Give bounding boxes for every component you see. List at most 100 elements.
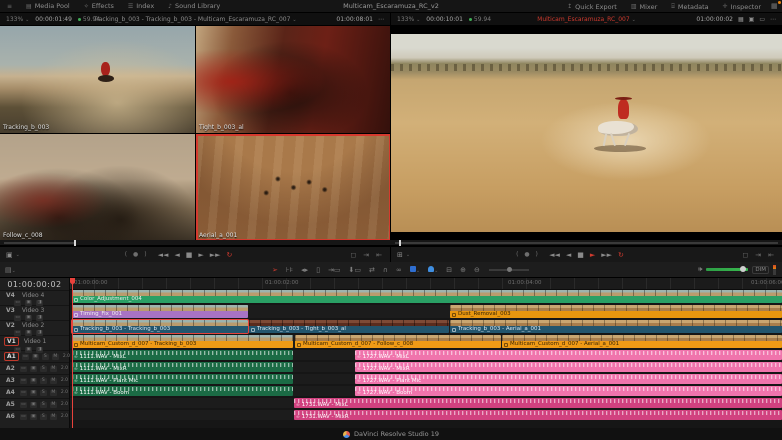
effects-button[interactable]: ✧Effects <box>77 0 121 12</box>
destination-v1-badge[interactable]: V1 <box>4 337 19 346</box>
dynamic-trim-mode-icon[interactable]: ◂▸ <box>301 266 308 274</box>
audio-clip[interactable]: ∞1727.WAV - MixR <box>355 362 782 372</box>
audio-clip[interactable]: ∞1731.WAV - MixL <box>294 398 782 408</box>
track-header-v4[interactable]: V4Video 4 ▭▣◨ <box>0 290 69 305</box>
insert-clip-icon[interactable]: ⇥▭ <box>328 266 340 274</box>
enable-track-icon[interactable]: ◨ <box>36 300 43 306</box>
timeline-view-options-icon[interactable]: ▤⌄ <box>5 266 16 274</box>
dim-button[interactable]: DIM <box>752 266 769 274</box>
audio-clip[interactable]: ∞1727.WAV - MixL <box>355 350 782 360</box>
inspector-button[interactable]: ✛Inspector <box>716 0 768 13</box>
mute-button[interactable]: M <box>50 414 57 420</box>
match-frame-icon[interactable]: ◻ <box>350 251 356 259</box>
track-header-a5[interactable]: A5 ▭▣ S M 2.0 <box>0 398 69 410</box>
enable-track-icon[interactable]: ◨ <box>36 347 43 353</box>
lock-icon[interactable]: ▭ <box>20 414 27 420</box>
go-to-first-frame-button[interactable]: ◄◄ <box>158 251 169 259</box>
lock-icon[interactable]: ▭ <box>20 402 27 408</box>
replace-clip-icon[interactable]: ⇄ <box>369 266 375 274</box>
audio-clip[interactable]: ∞1111.WAV - MixR <box>72 362 293 372</box>
auto-select-icon[interactable]: ▣ <box>30 414 37 420</box>
zoom-detail-icon[interactable]: ⊕ <box>460 266 466 274</box>
custom-zoom-icon[interactable]: ⊖ <box>474 266 480 274</box>
clip-tracking-selected[interactable]: Tracking_b_003 - Tracking_b_003 <box>72 320 248 333</box>
track-header-a1[interactable]: A1 ▭▣ S M 2.0 <box>0 350 69 362</box>
multicam-view-icon[interactable]: ▣ <box>6 251 13 259</box>
lock-icon[interactable]: ▭ <box>20 390 27 396</box>
auto-select-icon[interactable]: ▣ <box>30 402 37 408</box>
mute-button[interactable]: M <box>50 390 57 396</box>
solo-button[interactable]: S <box>40 366 47 372</box>
destination-a1-badge[interactable]: A1 <box>4 352 19 361</box>
track-header-v2[interactable]: V2Video 2 ▭▣◨ <box>0 320 69 335</box>
index-button[interactable]: ☰Index <box>121 0 161 12</box>
notifications-icon[interactable]: ▦ <box>771 2 780 11</box>
auto-select-icon[interactable]: ▣ <box>30 390 37 396</box>
trim-edit-mode-icon[interactable]: ⊦⊧ <box>286 266 293 274</box>
go-to-last-frame-button[interactable]: ►► <box>601 251 612 259</box>
audio-clip[interactable]: ∞1731.WAV - MixR <box>294 410 782 420</box>
audio-clip[interactable]: ∞1111.WAV - Plant Mic <box>72 374 293 384</box>
loop-button[interactable]: ↻ <box>618 251 624 259</box>
multicam-angle-tight[interactable]: Tight_b_003_al <box>196 26 391 133</box>
timeline-title[interactable]: Multicam_Escaramuza_RC_007 ⌄ <box>537 16 636 23</box>
match-frame-icon[interactable]: ◻ <box>742 251 748 259</box>
track-header-v1[interactable]: V1Video 1 ▭▣◨ <box>0 335 69 350</box>
go-to-last-frame-button[interactable]: ►► <box>210 251 221 259</box>
auto-select-icon[interactable]: ▣ <box>30 366 37 372</box>
media-pool-button[interactable]: ▤Media Pool <box>19 0 77 12</box>
clip-tight[interactable]: Tracking_b_003 - Tight_b_003_al <box>249 320 449 333</box>
mark-in-icon[interactable]: ⇥ <box>363 251 369 259</box>
timeline-lanes[interactable]: 01:00:00:00 01:00:02:00 01:00:04:00 01:0… <box>70 278 782 428</box>
source-clip-title[interactable]: Tracking_b_003 - Tracking_b_003 - Multic… <box>93 16 296 23</box>
go-to-first-frame-button[interactable]: ◄◄ <box>549 251 560 259</box>
auto-select-icon[interactable]: ▣ <box>25 315 32 321</box>
overwrite-clip-icon[interactable]: ⬇▭ <box>349 266 361 274</box>
blade-edit-mode-icon[interactable]: ▯ <box>316 266 320 274</box>
timeline-viewer[interactable] <box>391 26 782 240</box>
quick-export-button[interactable]: ↥Quick Export <box>560 0 624 13</box>
timeline-zoom-select[interactable]: 133% ⌄ <box>397 16 420 23</box>
timeline-timecode[interactable]: 01:00:00:02 <box>0 278 69 290</box>
solo-button[interactable]: S <box>40 390 47 396</box>
display-icon[interactable]: ▭ <box>759 16 765 23</box>
lock-icon[interactable]: ▭ <box>20 378 27 384</box>
clip-multicam-1[interactable]: Multicam_Custom_d_007 - Tracking_b_003 <box>72 335 293 348</box>
solo-button[interactable]: S <box>40 378 47 384</box>
zoom-slider[interactable] <box>489 269 529 271</box>
flag-icon[interactable]: ⌄ <box>410 266 420 274</box>
loop-button[interactable]: ↻ <box>227 251 233 259</box>
multicam-angle-tracking[interactable]: Tracking_b_003 <box>0 26 195 133</box>
track-header-a6[interactable]: A6 ▭▣ S M 2.0 <box>0 410 69 422</box>
multicam-angle-aerial-selected[interactable]: Aerial_a_001 <box>196 134 391 240</box>
lock-icon[interactable]: ▭ <box>20 366 27 372</box>
mute-button[interactable]: M <box>50 378 57 384</box>
timeline-playhead-marker[interactable] <box>399 240 401 246</box>
play-reverse-button[interactable]: ◄ <box>566 251 571 259</box>
lock-icon[interactable]: ▭ <box>14 315 21 321</box>
play-forward-button[interactable]: ► <box>198 251 203 259</box>
lock-icon[interactable]: ▭ <box>14 330 21 336</box>
window-menu-icon[interactable]: ≡ <box>0 0 19 12</box>
lock-icon[interactable]: ▭ <box>22 354 29 360</box>
play-reverse-button[interactable]: ◄ <box>174 251 179 259</box>
clip-multicam-3[interactable]: Multicam_Custom_d_007 - Aerial_a_001 <box>502 335 782 348</box>
volume-slider[interactable] <box>706 268 748 271</box>
stop-button[interactable]: ■ <box>186 251 193 259</box>
zoom-full-extent-icon[interactable]: ⊟ <box>446 266 452 274</box>
auto-select-icon[interactable]: ▣ <box>25 347 32 353</box>
source-scrubber[interactable] <box>0 240 391 246</box>
sound-library-button[interactable]: ♪Sound Library <box>161 0 227 12</box>
clip-dust-removal[interactable]: Dust_Removal_003 <box>450 305 782 318</box>
viewer-more-icon[interactable]: ⋯ <box>770 16 776 23</box>
source-more-icon[interactable]: ⋯ <box>378 16 384 23</box>
mark-out-icon[interactable]: ⇤ <box>768 251 774 259</box>
mixer-button[interactable]: ▥Mixer <box>624 0 664 13</box>
clip-aerial[interactable]: Tracking_b_003 - Aerial_a_001 <box>450 320 782 333</box>
stop-button[interactable]: ■ <box>577 251 584 259</box>
source-playhead-marker[interactable] <box>74 240 76 246</box>
auto-select-icon[interactable]: ▣ <box>30 378 37 384</box>
timeline-scrubber[interactable] <box>391 240 782 246</box>
track-header-a4[interactable]: A4 ▭▣ S M 2.0 <box>0 386 69 398</box>
solo-button[interactable]: S <box>40 402 47 408</box>
